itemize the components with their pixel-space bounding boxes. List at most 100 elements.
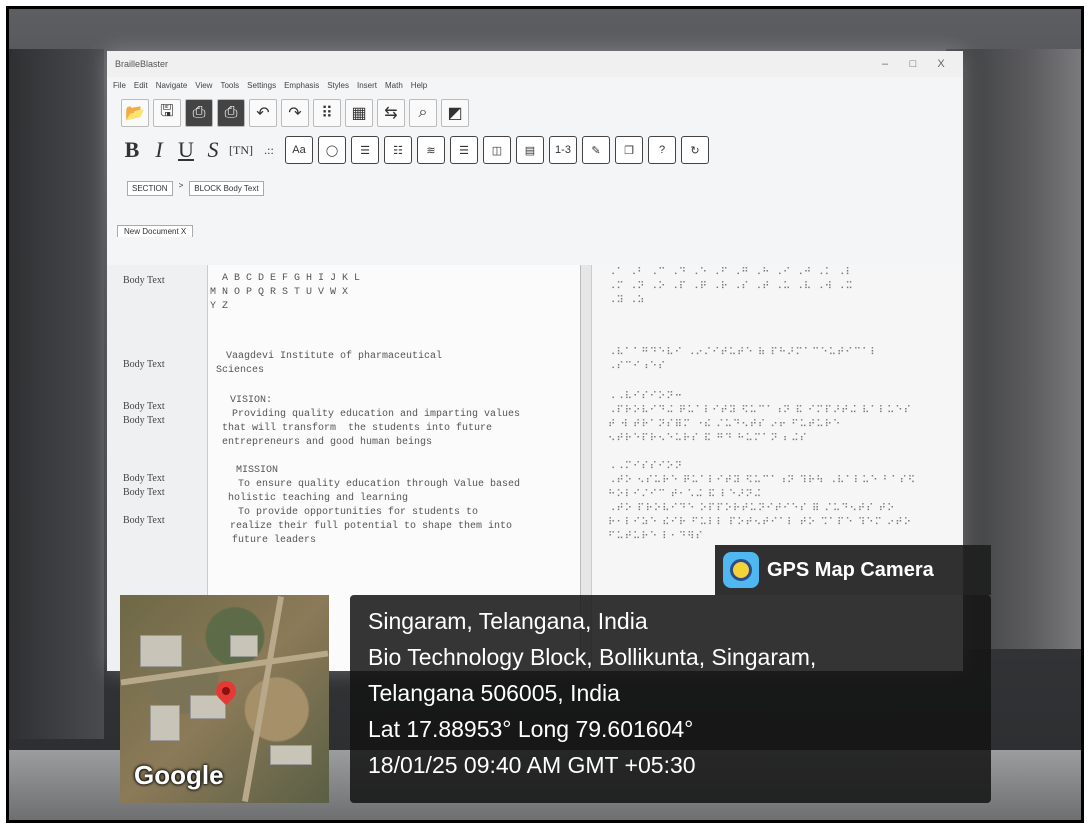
braille-line: ⠢⠞⠗⠑⠏⠗⠢⠑⠥⠗⠎ ⠯ ⠛⠙ ⠓⠥⠍⠁⠝ ⠆⠬⠎ (608, 433, 808, 444)
numbered-list-icon[interactable]: ☰ (450, 136, 478, 164)
main-toolbar: 📂 🖫 ⎙ ⎙ ↶ ↷ ⠿ ▦ ⇆ ⌕ ◩ (107, 93, 963, 129)
braille-line: ⠠⠽ ⠠⠵ (608, 295, 646, 306)
braille-line: ⠠⠠⠍⠊⠎⠎⠊⠕⠝ (608, 461, 683, 472)
heading-icon[interactable]: ☰ (351, 136, 379, 164)
underline-button[interactable]: U (175, 135, 197, 165)
braille-symbol-button[interactable]: .:: (258, 135, 280, 165)
paragraph-icon[interactable]: ▤ (516, 136, 544, 164)
redo-icon[interactable]: ↷ (281, 99, 309, 127)
map-thumbnail: Google (120, 595, 329, 803)
style-label: Body Text (123, 275, 165, 286)
print-icon[interactable]: ⎙ (185, 99, 213, 127)
braille-line: ⠓⠕⠇⠊⠌⠊⠉ ⠞⠂⠡⠬ ⠯ ⠇⠑⠜⠝⠬ (608, 489, 763, 500)
braille-line: ⠗⠂⠇⠊⠵⠑ ⠮⠊⠗ ⠋⠥⠇⠇ ⠏⠕⠞⠢⠞⠊⠁⠇ ⠞⠕ ⠩⠁⠏⠑ ⠹⠑⠍ ⠔⠞⠕ (608, 517, 912, 528)
bold-button[interactable]: B (121, 135, 143, 165)
braille-line: ⠞ ⠺ ⠞⠗⠁⠝⠎⠿⠍ ⠐⠮ ⠌⠥⠙⠢⠞⠎ ⠔⠖ ⠋⠥⠞⠥⠗⠑ (608, 419, 842, 430)
menu-tools[interactable]: Tools (220, 81, 239, 90)
gps-app-badge: GPS Map Camera (715, 545, 991, 595)
gps-coordinates: Lat 17.88953° Long 79.601604° (368, 716, 694, 742)
braille-line: ⠠⠎⠉⠊⠰⠑⠎ (608, 361, 667, 372)
title-bar: BrailleBlaster – □ X (107, 51, 963, 77)
edit-icon[interactable]: ✎ (582, 136, 610, 164)
gps-info-panel: Singaram, Telangana, India Bio Technolog… (350, 595, 991, 803)
print-line: M N O P Q R S T U V W X (210, 287, 349, 298)
tab-label: New Document (124, 227, 179, 236)
document-tabs: New Document X (107, 224, 963, 238)
print-line: To provide opportunities for students to (238, 507, 479, 518)
italic-button[interactable]: I (148, 135, 170, 165)
maximize-button[interactable]: □ (899, 58, 927, 70)
breadcrumb-block[interactable]: BLOCK Body Text (189, 181, 264, 196)
speech-bubble-icon[interactable]: ◯ (318, 136, 346, 164)
style-label: Body Text (123, 515, 165, 526)
save-as-icon[interactable]: 🖫 (153, 99, 181, 127)
braille-preview-icon[interactable]: ⠿ (313, 99, 341, 127)
open-icon[interactable]: 📂 (121, 99, 149, 127)
print-line: Sciences (216, 365, 265, 376)
menu-navigate[interactable]: Navigate (156, 81, 188, 90)
print-line: holistic teaching and learning (228, 493, 409, 504)
braille-line: ⠠⠞⠕ ⠢⠎⠥⠗⠑ ⠟⠥⠁⠇⠊⠞⠽ ⠫⠥⠉⠁⠰⠝ ⠹⠗⠳ ⠠⠧⠁⠇⠥⠑ ⠃⠁⠎⠫ (608, 475, 917, 486)
menu-insert[interactable]: Insert (357, 81, 377, 90)
braille-line: ⠠⠁ ⠠⠃ ⠠⠉ ⠠⠙ ⠠⠑ ⠠⠋ ⠠⠛ ⠠⠓ ⠠⠊ ⠠⠚ ⠠⠅ ⠠⠇ (608, 267, 854, 278)
braille-line: ⠠⠏⠗⠕⠧⠊⠙⠬ ⠟⠥⠁⠇⠊⠞⠽ ⠫⠥⠉⠁⠰⠝ ⠯ ⠊⠍⠏⠜⠞⠬ ⠧⠁⠇⠥⠑⠎ (608, 405, 912, 416)
close-button[interactable]: X (927, 58, 955, 70)
table-icon[interactable]: ▦ (345, 99, 373, 127)
menu-styles[interactable]: Styles (327, 81, 349, 90)
list-icon[interactable]: ☷ (384, 136, 412, 164)
undo-icon[interactable]: ↶ (249, 99, 277, 127)
menu-edit[interactable]: Edit (134, 81, 148, 90)
case-button[interactable]: Aa (285, 136, 313, 164)
print-line: MISSION (236, 465, 279, 476)
style-label: Body Text (123, 487, 165, 498)
style-label: Body Text (123, 359, 165, 370)
menu-settings[interactable]: Settings (247, 81, 276, 90)
format-toolbar: B I U S [TN] .:: Aa ◯ ☰ ☷ ≋ ☰ ◫ ▤ 1-3 ✎ … (107, 129, 963, 171)
script-button[interactable]: S (202, 135, 224, 165)
breadcrumb-section[interactable]: SECTION (127, 181, 173, 196)
gps-address-line1: Bio Technology Block, Bollikunta, Singar… (368, 644, 817, 670)
window-title: BrailleBlaster (115, 59, 169, 69)
print-line: Vaagdevi Institute of pharmaceutical (226, 351, 443, 362)
style-label: Body Text (123, 473, 165, 484)
braille-line: ⠠⠞⠕ ⠏⠗⠕⠧⠊⠙⠑ ⠕⠏⠏⠕⠗⠞⠥⠝⠊⠞⠊⠑⠎ ⠿ ⠌⠥⠙⠢⠞⠎ ⠞⠕ (608, 503, 896, 514)
sync-icon[interactable]: ↻ (681, 136, 709, 164)
menu-emphasis[interactable]: Emphasis (284, 81, 319, 90)
map-brand: Google (134, 760, 224, 790)
print-line: To ensure quality education through Valu… (238, 479, 521, 490)
columns-icon[interactable]: ◫ (483, 136, 511, 164)
print-line: VISION: (230, 395, 273, 406)
find-icon[interactable]: ⌕ (409, 99, 437, 127)
laptop-bezel-left (9, 49, 104, 739)
braille-line: ⠠⠠⠧⠊⠎⠊⠕⠝⠒ (608, 391, 683, 402)
menu-view[interactable]: View (195, 81, 212, 90)
braille-line: ⠋⠥⠞⠥⠗⠑ ⠇⠂⠙⠻⠎ (608, 531, 704, 542)
tab-new-document[interactable]: New Document X (117, 225, 194, 237)
minimize-button[interactable]: – (871, 58, 899, 70)
help-icon[interactable]: ? (648, 136, 676, 164)
menu-help[interactable]: Help (411, 81, 427, 90)
emboss-icon[interactable]: ⎙ (217, 99, 245, 127)
print-line: realize their full potential to shape th… (230, 521, 513, 532)
tab-close-icon[interactable]: X (181, 227, 186, 236)
print-line: that will transform the students into fu… (222, 423, 493, 434)
print-line: Providing quality education and impartin… (232, 409, 521, 420)
menu-math[interactable]: Math (385, 81, 403, 90)
gps-app-name: GPS Map Camera (767, 558, 934, 581)
book-icon[interactable]: ❐ (615, 136, 643, 164)
gps-place: Singaram, Telangana, India (368, 608, 648, 634)
print-line: Y Z (210, 301, 229, 312)
translate-icon[interactable]: ⇆ (377, 99, 405, 127)
range-button[interactable]: 1-3 (549, 136, 577, 164)
menu-bar: File Edit Navigate View Tools Settings E… (107, 77, 963, 93)
breadcrumb: SECTION > BLOCK Body Text (107, 171, 963, 206)
transcriber-note-button[interactable]: [TN] (229, 135, 253, 165)
style-label: Body Text (123, 415, 165, 426)
gps-timestamp: 18/01/25 09:40 AM GMT +05:30 (368, 752, 696, 778)
braille-line: ⠠⠍ ⠠⠝ ⠠⠕ ⠠⠏ ⠠⠟ ⠠⠗ ⠠⠎ ⠠⠞ ⠠⠥ ⠠⠧ ⠠⠺ ⠠⠭ (608, 281, 854, 292)
poetry-icon[interactable]: ≋ (417, 136, 445, 164)
style-label: Body Text (123, 401, 165, 412)
braille-line: ⠠⠧⠁⠁⠛⠙⠑⠧⠊ ⠠⠔⠌⠊⠞⠥⠞⠑ ⠷ ⠏⠓⠜⠍⠁⠉⠑⠥⠞⠊⠉⠁⠇ (608, 347, 879, 358)
image-describer-icon[interactable]: ◩ (441, 99, 469, 127)
menu-file[interactable]: File (113, 81, 126, 90)
